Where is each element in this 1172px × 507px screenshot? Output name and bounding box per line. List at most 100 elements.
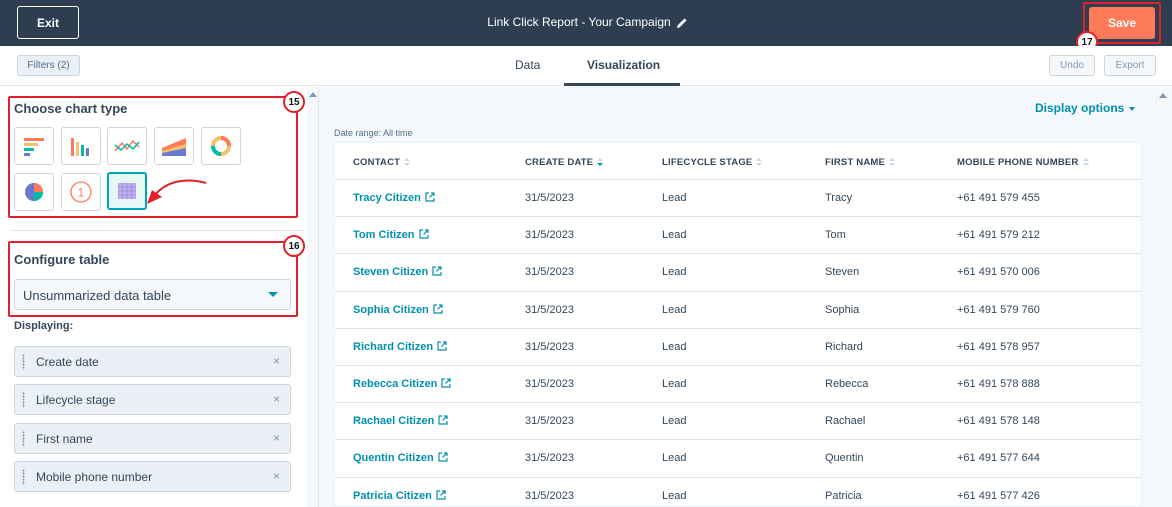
scroll-up-arrow-icon[interactable] [1159, 93, 1167, 98]
external-link-icon[interactable] [438, 452, 448, 462]
tab-data[interactable]: Data [515, 58, 540, 72]
phone-cell: +61 491 577 426 [957, 489, 1040, 502]
scroll-up-arrow-icon[interactable] [309, 92, 317, 97]
contact-name[interactable]: Rebecca Citizen [353, 378, 437, 390]
right-scrollbar[interactable] [1155, 87, 1172, 507]
contact-link[interactable]: Sophia Citizen [353, 304, 443, 316]
column-header-first-name[interactable]: FIRST NAME [825, 157, 896, 168]
pencil-icon[interactable] [676, 17, 688, 29]
lifecycle-stage-cell: Lead [662, 192, 687, 204]
table-type-dropdown[interactable]: Unsummarized data table [14, 279, 291, 310]
external-link-icon[interactable] [436, 489, 446, 500]
first-name-cell: Patricia [825, 489, 862, 502]
contact-name[interactable]: Tracy Citizen [353, 192, 421, 204]
lifecycle-stage-cell: Lead [662, 378, 687, 390]
external-link-icon[interactable] [437, 341, 447, 351]
date-range-label: Date range: All time [334, 128, 413, 138]
contact-link[interactable]: Rachael Citizen [353, 415, 448, 427]
contact-name[interactable]: Rachael Citizen [353, 415, 434, 427]
table-row: Steven Citizen 31/5/2023 Lead Steven +61 491… [335, 253, 1141, 290]
create-date-cell: 31/5/2023 [525, 266, 574, 279]
filters-button[interactable]: Filters (2) [17, 55, 80, 76]
column-header-mobile-phone-number[interactable]: MOBILE PHONE NUMBER [957, 157, 1089, 168]
lifecycle-stage-cell: Lead [662, 415, 687, 428]
table-row: Rachael Citizen 31/5/2023 Lead Rachael +61 4… [335, 402, 1141, 439]
display-options-label: Display options [1035, 101, 1125, 115]
field-chip-lifecycle-stage[interactable]: Lifecycle stage × [14, 384, 291, 415]
chart-type-summary[interactable]: 1 [61, 173, 101, 211]
contact-name[interactable]: Patricia Citizen [353, 490, 432, 502]
export-button[interactable]: Export [1104, 55, 1156, 76]
remove-icon[interactable]: × [273, 354, 280, 368]
chart-type-pie[interactable] [14, 173, 54, 211]
external-link-icon[interactable] [418, 229, 429, 239]
external-link-icon[interactable] [438, 415, 448, 425]
save-button[interactable]: Save [1089, 7, 1155, 39]
top-bar: Exit Link Click Report - Your Campaign S… [0, 0, 1172, 46]
tab-visualization[interactable]: Visualization [587, 58, 660, 72]
field-chip-create-date[interactable]: Create date × [14, 346, 291, 377]
first-name-cell: Sophia [825, 303, 860, 316]
chart-type-horizontal-bar[interactable] [14, 127, 54, 165]
area-chart-icon [162, 138, 186, 156]
field-chip-mobile-phone-number[interactable]: Mobile phone number × [14, 461, 291, 492]
field-chip-first-name[interactable]: First name × [14, 423, 291, 454]
contact-name[interactable]: Sophia Citizen [353, 304, 429, 316]
external-link-icon[interactable] [433, 303, 443, 314]
remove-icon[interactable]: × [273, 392, 280, 406]
contact-name[interactable]: Tom Citizen [353, 229, 415, 241]
sort-descending-icon[interactable] [597, 157, 604, 167]
left-scrollbar[interactable] [307, 87, 318, 507]
chart-type-area[interactable] [154, 127, 194, 165]
external-link-icon[interactable] [441, 378, 451, 388]
remove-icon[interactable]: × [273, 469, 280, 483]
drag-handle-icon[interactable] [22, 354, 25, 370]
contact-name[interactable]: Steven Citizen [353, 266, 428, 278]
phone-cell: +61 491 579 455 [957, 192, 1040, 204]
contact-name[interactable]: Richard Citizen [353, 341, 433, 353]
phone-cell: +61 491 578 957 [957, 340, 1040, 353]
sort-icon[interactable] [404, 157, 411, 167]
contact-link[interactable]: Tracy Citizen [353, 192, 435, 204]
chart-type-vertical-bar[interactable] [61, 127, 101, 165]
chart-type-line[interactable] [107, 127, 147, 165]
contact-link[interactable]: Steven Citizen [353, 266, 442, 278]
column-header-contact[interactable]: CONTACT [353, 157, 411, 168]
contact-link[interactable]: Quentin Citizen [353, 452, 448, 464]
lifecycle-stage-cell: Lead [662, 489, 687, 502]
external-link-icon[interactable] [425, 192, 435, 202]
field-label: Mobile phone number [36, 470, 153, 484]
table-row: Rebecca Citizen 31/5/2023 Lead Rebecca +61 4… [335, 365, 1141, 402]
line-chart-icon [114, 139, 140, 152]
table-row: Richard Citizen 31/5/2023 Lead Richard +61 4… [335, 327, 1141, 365]
sort-icon[interactable] [756, 157, 763, 167]
external-link-icon[interactable] [432, 266, 442, 276]
sort-icon[interactable] [1082, 157, 1089, 167]
table-row: Quentin Citizen 31/5/2023 Lead Quentin +61 4… [335, 439, 1141, 476]
first-name-cell: Steven [825, 266, 860, 279]
contact-link[interactable]: Tom Citizen [353, 229, 429, 241]
remove-icon[interactable]: × [273, 431, 280, 445]
chevron-down-icon[interactable] [268, 292, 278, 297]
display-options-button[interactable]: Display options [1035, 101, 1136, 115]
first-name-cell: Tracy [825, 192, 853, 204]
annotation-badge-15: 15 [283, 91, 305, 113]
data-table: CONTACT CREATE DATE LIFECYCLE STAGE FIRS… [334, 142, 1142, 507]
drag-handle-icon[interactable] [22, 469, 25, 485]
column-header-lifecycle-stage[interactable]: LIFECYCLE STAGE [662, 157, 763, 168]
sort-icon[interactable] [889, 157, 896, 167]
contact-name[interactable]: Quentin Citizen [353, 452, 434, 464]
create-date-cell: 31/5/2023 [525, 229, 574, 242]
phone-cell: +61 491 578 888 [957, 378, 1040, 390]
contact-link[interactable]: Richard Citizen [353, 341, 447, 353]
contact-link[interactable]: Rebecca Citizen [353, 378, 451, 390]
table-type-value: Unsummarized data table [23, 288, 172, 303]
chart-type-donut[interactable] [201, 127, 241, 165]
contact-link[interactable]: Patricia Citizen [353, 490, 446, 502]
drag-handle-icon[interactable] [22, 392, 25, 408]
undo-button[interactable]: Undo [1049, 55, 1095, 76]
pie-chart-icon [25, 183, 43, 201]
phone-cell: +61 491 578 148 [957, 415, 1040, 428]
drag-handle-icon[interactable] [22, 431, 25, 447]
column-header-create-date[interactable]: CREATE DATE [525, 157, 604, 168]
